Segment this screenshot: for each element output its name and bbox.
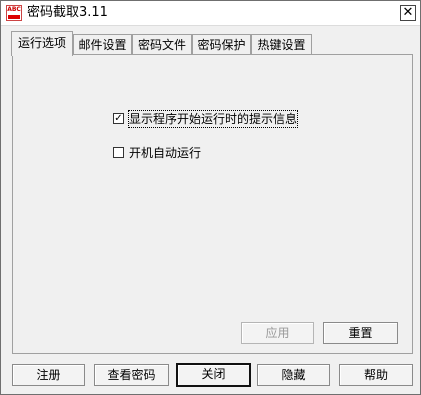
tab-label: 密码保护 bbox=[197, 38, 246, 52]
show-tip-label[interactable]: 显示程序开始运行时的提示信息 bbox=[127, 110, 299, 128]
tab-password-protect[interactable]: 密码保护 bbox=[192, 34, 251, 54]
show-tip-checkbox[interactable]: ✓ bbox=[113, 113, 124, 124]
window-title: 密码截取3.11 bbox=[27, 5, 108, 20]
register-button[interactable]: 注册 bbox=[12, 364, 85, 386]
help-button[interactable]: 帮助 bbox=[339, 364, 413, 386]
reset-button[interactable]: 重置 bbox=[323, 322, 398, 344]
autostart-checkbox[interactable] bbox=[113, 147, 124, 158]
app-icon-text: ABC bbox=[7, 6, 21, 13]
tab-label: 运行选项 bbox=[17, 36, 66, 50]
tab-run-options[interactable]: 运行选项 bbox=[11, 31, 73, 56]
tab-hotkey-settings[interactable]: 热键设置 bbox=[251, 34, 312, 54]
close-button[interactable]: 关闭 bbox=[176, 363, 251, 387]
close-icon[interactable]: ✕ bbox=[400, 5, 416, 21]
tab-label: 密码文件 bbox=[137, 38, 186, 52]
title-bar[interactable]: ABC 密码截取3.11 ✕ bbox=[1, 1, 420, 26]
app-icon-bar bbox=[8, 15, 20, 19]
tab-panel: ✓ 显示程序开始运行时的提示信息 开机自动运行 应用 重置 bbox=[12, 54, 413, 354]
main-window: ABC 密码截取3.11 ✕ 运行选项 邮件设置 密码文件 密码保护 热键设置 … bbox=[0, 0, 421, 395]
tab-label: 热键设置 bbox=[257, 38, 306, 52]
apply-button[interactable]: 应用 bbox=[241, 322, 314, 344]
autostart-label[interactable]: 开机自动运行 bbox=[129, 145, 201, 161]
hide-button[interactable]: 隐藏 bbox=[257, 364, 330, 386]
app-icon: ABC bbox=[6, 5, 22, 21]
tab-password-file[interactable]: 密码文件 bbox=[132, 34, 192, 54]
view-password-button[interactable]: 查看密码 bbox=[94, 364, 169, 386]
tab-mail-settings[interactable]: 邮件设置 bbox=[73, 34, 132, 54]
tab-label: 邮件设置 bbox=[78, 38, 127, 52]
